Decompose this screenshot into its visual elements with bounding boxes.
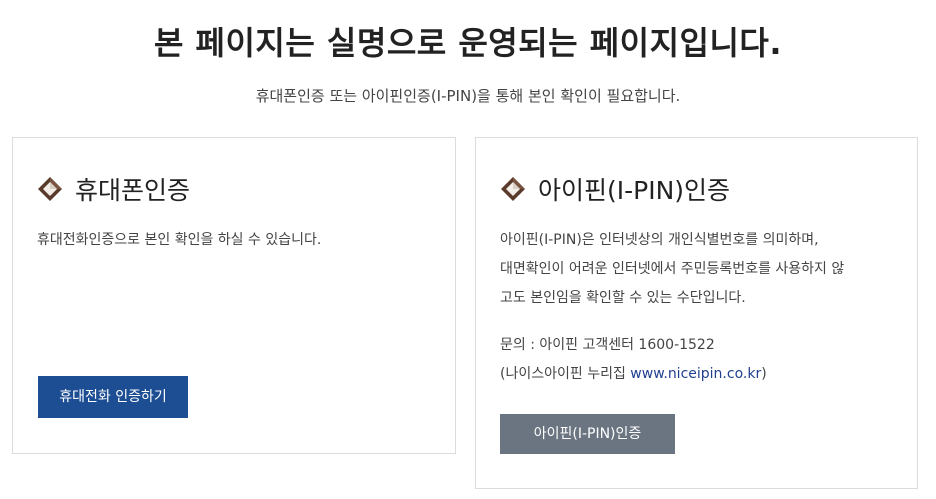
page: 본 페이지는 실명으로 운영되는 페이지입니다. 휴대폰인증 또는 아이핀인증(… <box>0 0 936 499</box>
ipin-contact-info: 문의 : 아이핀 고객센터 1600-1522 (나이스아이핀 누리집 www.… <box>500 331 767 389</box>
ipin-verify-button[interactable]: 아이핀(I-PIN)인증 <box>500 414 675 454</box>
phone-verify-button[interactable]: 휴대전화 인증하기 <box>38 376 188 418</box>
diamond-icon <box>501 177 525 201</box>
ipin-contact-site-suffix: ) <box>761 366 767 382</box>
ipin-contact-site: (나이스아이핀 누리집 www.niceipin.co.kr) <box>500 360 767 389</box>
phone-card-title: 휴대폰인증 <box>75 176 191 205</box>
phone-verification-card: 휴대폰인증 휴대전화인증으로 본인 확인을 하실 수 있습니다. 휴대전화 인증… <box>12 137 456 454</box>
ipin-verification-card: 아이핀(I-PIN)인증 아이핀(I-PIN)은 인터넷상의 개인식별번호를 의… <box>475 137 918 489</box>
ipin-description-line: 대면확인이 어려운 인터넷에서 주민등록번호를 사용하지 않 <box>500 261 845 277</box>
ipin-card-description: 아이핀(I-PIN)은 인터넷상의 개인식별번호를 의미하며, 대면확인이 어려… <box>500 226 844 313</box>
page-title: 본 페이지는 실명으로 운영되는 페이지입니다. <box>153 24 783 62</box>
diamond-icon <box>38 177 62 201</box>
ipin-description-line: 아이핀(I-PIN)은 인터넷상의 개인식별번호를 의미하며, <box>500 232 819 248</box>
phone-card-description: 휴대전화인증으로 본인 확인을 하실 수 있습니다. <box>37 232 322 248</box>
ipin-contact-phone: 문의 : 아이핀 고객센터 1600-1522 <box>500 337 715 353</box>
ipin-card-heading: 아이핀(I-PIN)인증 <box>500 171 730 207</box>
niceipin-link[interactable]: www.niceipin.co.kr <box>630 366 761 382</box>
phone-card-heading: 휴대폰인증 <box>37 171 190 207</box>
ipin-contact-site-prefix: (나이스아이핀 누리집 <box>500 366 631 382</box>
page-subtitle: 휴대폰인증 또는 아이핀인증(I-PIN)을 통해 본인 확인이 필요합니다. <box>255 87 681 105</box>
ipin-card-title: 아이핀(I-PIN)인증 <box>538 176 731 205</box>
ipin-description-line: 고도 본인임을 확인할 수 있는 수단입니다. <box>500 290 746 306</box>
